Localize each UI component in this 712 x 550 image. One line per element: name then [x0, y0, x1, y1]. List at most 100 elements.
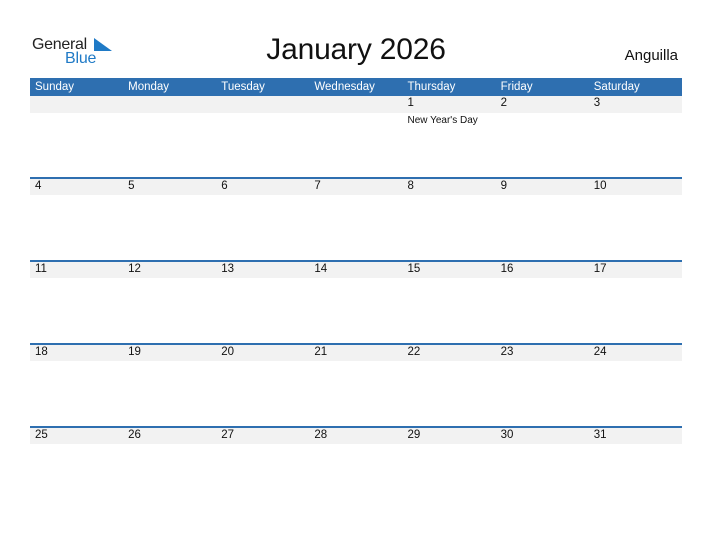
day-cell: 30	[496, 428, 589, 444]
day-number: 13	[221, 263, 235, 275]
day-cell: 12	[123, 262, 216, 278]
weekday-friday: Friday	[500, 81, 533, 93]
holiday-label	[123, 113, 216, 126]
date-row: 18 19 20 21 22 23 24	[30, 345, 682, 361]
day-cell: 22	[403, 345, 496, 361]
day-cell: 16	[496, 262, 589, 278]
week-row: 25 26 27 28 29 30 31	[30, 428, 682, 509]
week-row: 18 19 20 21 22 23 24	[30, 345, 682, 426]
day-number: 17	[593, 263, 607, 275]
day-number: 14	[314, 263, 328, 275]
events-row	[30, 361, 682, 371]
day-cell: 5	[123, 179, 216, 195]
day-cell: 23	[496, 345, 589, 361]
day-cell: 29	[403, 428, 496, 444]
day-number: 3	[593, 97, 601, 109]
events-row	[30, 278, 682, 288]
weeks-container: 1 2 3 New Year's Day 4 5 6 7 8 9 10 11 12 13 14 15 16 17 1…	[30, 96, 682, 509]
day-number: 5	[128, 180, 135, 192]
holiday-label	[123, 278, 216, 288]
holiday-label	[496, 113, 589, 126]
holiday-label	[403, 278, 496, 288]
day-number: 1	[407, 97, 414, 109]
holiday-label	[216, 195, 309, 205]
events-row	[30, 444, 682, 454]
day-number: 7	[314, 180, 321, 192]
day-cell: 27	[216, 428, 309, 444]
month-calendar: Sunday Monday Tuesday Wednesday Thursday…	[30, 78, 682, 509]
holiday-label	[589, 195, 682, 205]
holiday-label	[309, 278, 402, 288]
day-number: 24	[593, 346, 607, 358]
day-number: 25	[35, 429, 48, 441]
day-cell: 10	[589, 179, 682, 195]
day-number: 12	[128, 263, 141, 275]
day-number: 22	[407, 346, 421, 358]
weekday-wednesday: Wednesday	[314, 81, 375, 93]
day-cell: 6	[216, 179, 309, 195]
day-cell: 2	[496, 96, 589, 113]
day-cell: 31	[589, 428, 682, 444]
holiday-label	[589, 444, 682, 454]
day-cell: 4	[30, 179, 123, 195]
day-number: 31	[593, 429, 607, 441]
holiday-label: New Year's Day	[407, 115, 478, 126]
day-number: 28	[314, 429, 328, 441]
holiday-label	[123, 444, 216, 454]
day-cell	[216, 96, 309, 113]
holiday-label	[403, 444, 496, 454]
week-row: 1 2 3 New Year's Day	[30, 96, 682, 177]
day-cell: 11	[30, 262, 123, 278]
weekday-header: Sunday Monday Tuesday Wednesday Thursday…	[30, 78, 682, 96]
day-number: 16	[500, 263, 514, 275]
day-number: 11	[35, 263, 47, 275]
day-cell: 15	[403, 262, 496, 278]
day-cell: 18	[30, 345, 123, 361]
day-cell: 17	[589, 262, 682, 278]
day-cell: 20	[216, 345, 309, 361]
day-number: 8	[407, 180, 414, 192]
holiday-label	[123, 195, 216, 205]
holiday-label	[30, 113, 123, 126]
country-label: Anguilla	[624, 47, 678, 64]
weekday-monday: Monday	[128, 81, 170, 93]
holiday-label	[496, 195, 589, 205]
day-number: 20	[221, 346, 235, 358]
holiday-label	[496, 444, 589, 454]
holiday-label	[30, 361, 123, 371]
holiday-label	[216, 113, 309, 126]
holiday-label	[309, 195, 402, 205]
holiday-label	[589, 278, 682, 288]
day-number: 10	[593, 180, 607, 192]
date-row: 11 12 13 14 15 16 17	[30, 262, 682, 278]
day-cell: 28	[309, 428, 402, 444]
holiday-label	[216, 361, 309, 371]
day-number: 30	[500, 429, 514, 441]
day-number: 21	[314, 346, 328, 358]
holiday-label	[309, 444, 402, 454]
holiday-label	[30, 444, 123, 454]
day-cell: 3	[589, 96, 682, 113]
holiday-label	[216, 278, 309, 288]
weekday-sunday: Sunday	[35, 81, 75, 93]
weekday-thursday: Thursday	[407, 81, 456, 93]
week-row: 4 5 6 7 8 9 10	[30, 179, 682, 260]
day-number: 29	[407, 429, 421, 441]
date-row: 1 2 3	[30, 96, 682, 113]
calendar-title: January 2026	[266, 33, 446, 66]
day-number: 2	[500, 97, 508, 109]
events-row	[30, 195, 682, 205]
day-cell	[123, 96, 216, 113]
day-number: 15	[407, 263, 421, 275]
day-cell: 26	[123, 428, 216, 444]
holiday-label	[496, 278, 589, 288]
weekday-saturday: Saturday	[593, 81, 640, 93]
holiday-label	[589, 113, 682, 126]
day-number: 19	[128, 346, 141, 358]
day-cell: 9	[496, 179, 589, 195]
day-cell: 7	[309, 179, 402, 195]
day-cell: 1	[403, 96, 496, 113]
holiday-label	[30, 278, 123, 288]
day-number: 4	[35, 180, 42, 192]
day-number: 9	[500, 180, 508, 192]
